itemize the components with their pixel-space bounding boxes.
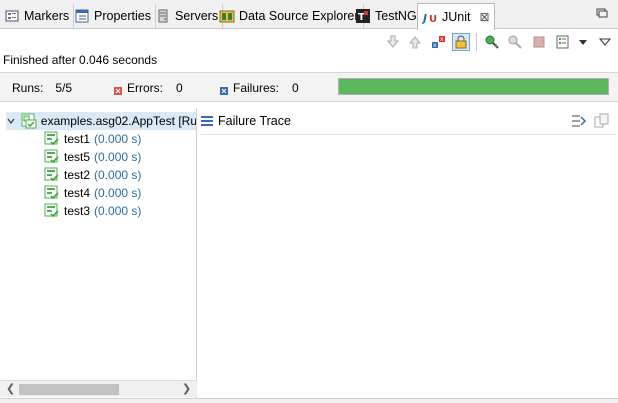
progress-fill [339,79,608,94]
runs-value: 5/5 [55,81,73,95]
tab-properties[interactable]: Properties [70,4,156,28]
servers-icon [155,8,171,24]
test-suite-icon [21,113,37,129]
runs-counter: Runs: 5/5 [12,81,72,95]
view-tab-bar: Markers Properties Servers Data Source E… [0,0,618,30]
scroll-lock-icon[interactable] [452,33,470,51]
toolbar-separator [476,33,477,51]
test-passed-icon [44,203,60,219]
panel-bottom-border [0,398,618,403]
test-passed-icon [44,131,60,147]
test-case-row[interactable]: test2 (0.000 s) [44,166,141,184]
tab-junit[interactable]: JU JUnit ⊠ [417,3,495,30]
test-case-name: test3 [64,204,91,218]
tab-label: Properties [94,9,151,23]
tab-label: Data Source Explorer [239,9,359,23]
test-case-time: (0.000 s) [94,150,142,164]
failure-trace-title: Failure Trace [218,114,291,128]
test-passed-icon [44,149,60,165]
test-case-time: (0.000 s) [94,168,142,182]
errors-label: Errors: [127,81,163,95]
testng-icon: T [355,8,371,24]
view-menu-icon[interactable] [596,33,614,51]
failures-counter: Failures: 0 [220,81,299,95]
rerun-failed-first-icon[interactable] [506,33,524,51]
test-passed-icon [44,185,60,201]
tab-markers[interactable]: Markers [0,4,75,28]
tab-testng[interactable]: T TestNG [351,4,422,28]
svg-text:J: J [422,12,427,25]
progress-bar [338,78,609,95]
markers-icon [4,8,20,24]
tree-root-row[interactable]: examples.asg02.AppTest [Ru [6,112,197,130]
test-case-time: (0.000 s) [94,132,142,146]
tab-label: JUnit [442,10,471,24]
status-text: Finished after 0.046 seconds [3,53,158,67]
test-case-row[interactable]: test5 (0.000 s) [44,148,141,166]
svg-text:x: x [440,36,444,43]
svg-text:U: U [429,14,437,25]
tab-label: Servers [175,9,219,23]
tab-servers[interactable]: Servers [151,4,224,28]
scroll-right-icon[interactable]: ❯ [182,382,191,395]
chevron-down-icon[interactable] [6,116,17,126]
scrollbar-thumb[interactable] [19,384,119,395]
test-case-name: test4 [64,186,91,200]
rerun-test-icon[interactable] [483,33,501,51]
test-passed-icon [44,167,60,183]
tab-label: TestNG [375,9,417,23]
counter-panel: Runs: 5/5 Errors: 0 Failures: 0 [0,72,618,102]
tab-label: Markers [24,9,70,23]
stop-icon[interactable] [530,33,548,51]
test-case-row[interactable]: test3 (0.000 s) [44,202,141,220]
test-case-name: test2 [64,168,91,182]
maximize-icon[interactable] [594,7,610,21]
properties-icon [74,8,90,24]
svg-text:T: T [358,12,365,23]
filter-stack-trace-icon[interactable] [571,113,587,132]
failure-icon [220,84,228,95]
test-case-time: (0.000 s) [94,186,142,200]
previous-failure-icon[interactable] [406,33,424,51]
failures-label: Failures: [233,81,280,95]
test-case-name: test5 [64,150,91,164]
show-failures-only-icon[interactable]: xx [429,33,447,51]
failures-value: 0 [292,81,299,95]
tree-horizontal-scrollbar[interactable]: ❮ ❯ [0,380,197,397]
runs-label: Runs: [12,81,44,95]
error-icon [114,84,122,95]
test-run-history-icon[interactable] [554,33,572,51]
test-case-name: test1 [64,132,91,146]
close-icon[interactable]: ⊠ [479,10,489,24]
tab-data-source-explorer[interactable]: Data Source Explorer [215,4,364,28]
test-case-time: (0.000 s) [94,204,142,218]
test-case-row[interactable]: test4 (0.000 s) [44,184,141,202]
junit-icon: JU [422,9,438,25]
history-dropdown-icon[interactable] [574,33,592,51]
errors-value: 0 [176,81,183,95]
data-source-explorer-icon [219,8,235,24]
failure-trace-content[interactable] [200,134,616,398]
junit-toolbar: xx [0,30,618,54]
failure-trace-header: Failure Trace [200,110,618,132]
scroll-left-icon[interactable]: ❮ [6,382,15,395]
errors-counter: Errors: 0 [114,81,183,95]
next-failure-icon[interactable] [384,33,402,51]
stack-trace-icon [200,115,214,127]
test-case-row[interactable]: test1 (0.000 s) [44,130,141,148]
compare-result-icon[interactable] [594,113,610,132]
test-tree[interactable]: examples.asg02.AppTest [Ru test1 (0.000 s… [0,108,197,398]
svg-text:x: x [433,42,437,49]
tree-root-label: examples.asg02.AppTest [Ru [40,114,197,128]
